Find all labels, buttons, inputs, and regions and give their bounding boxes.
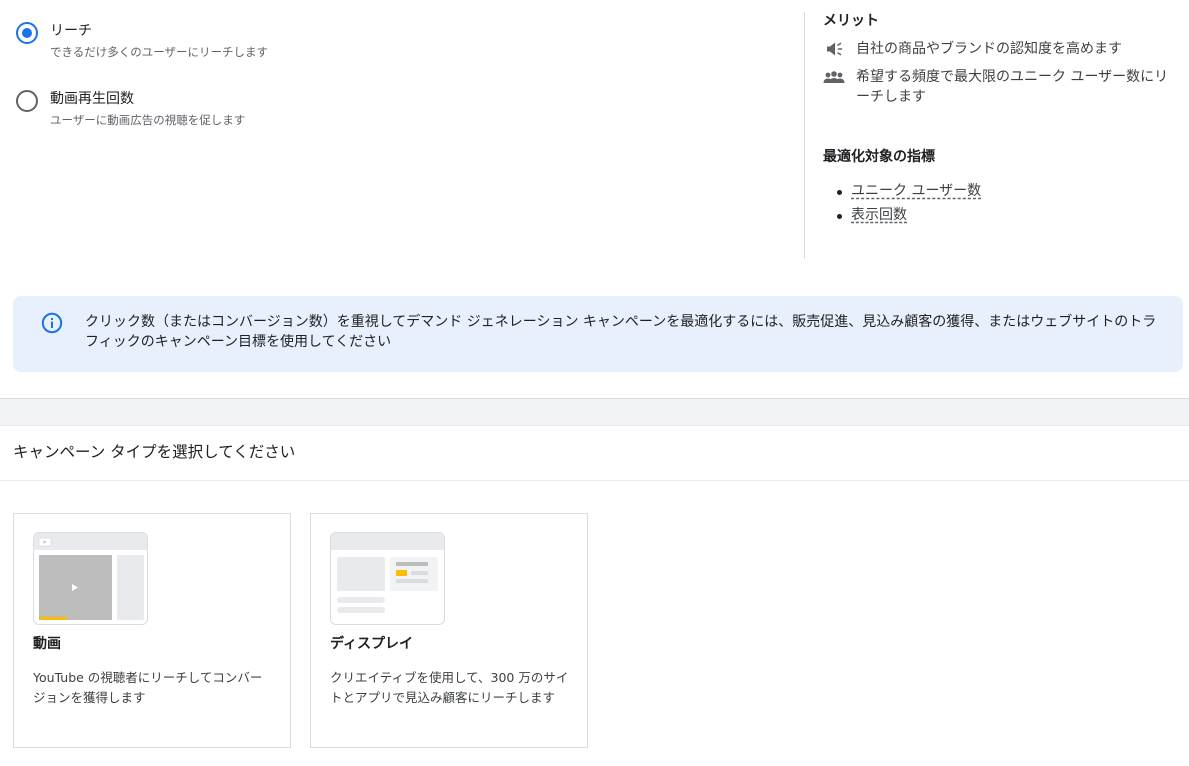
metrics-list: ユニーク ユーザー数 表示回数 xyxy=(823,181,1183,226)
card-description: クリエイティブを使用して、300 万のサイトとアプリで見込み顧客にリーチします xyxy=(330,670,569,705)
people-icon xyxy=(823,67,845,87)
benefit-text: 希望する頻度で最大限のユニーク ユーザー数にリーチします xyxy=(856,69,1169,105)
option-reach-description: できるだけ多くのユーザーにリーチします xyxy=(50,45,269,59)
option-reach[interactable]: リーチ できるだけ多くのユーザーにリーチします xyxy=(16,20,268,61)
metric-unique-users-link[interactable]: ユニーク ユーザー数 xyxy=(851,183,981,199)
option-reach-title: リーチ xyxy=(50,23,92,39)
info-banner: クリック数（またはコンバージョン数）を重視してデマンド ジェネレーション キャン… xyxy=(13,296,1183,372)
metrics-heading: 最適化対象の指標 xyxy=(823,149,935,165)
radio-video-views[interactable] xyxy=(16,90,38,112)
benefit-item: 自社の商品やブランドの認知度を高めます xyxy=(823,39,1183,59)
list-item: 表示回数 xyxy=(837,205,1183,226)
option-video-views[interactable]: 動画再生回数 ユーザーに動画広告の視聴を促します xyxy=(16,88,245,129)
card-description: YouTube の視聴者にリーチしてコンバージョンを獲得します xyxy=(33,670,263,705)
campaign-type-heading: キャンペーン タイプを選択してください xyxy=(13,443,296,461)
campaign-card-display[interactable]: ディスプレイ クリエイティブを使用して、300 万のサイトとアプリで見込み顧客に… xyxy=(310,513,588,748)
section-divider xyxy=(0,398,1189,426)
metric-impressions-link[interactable]: 表示回数 xyxy=(851,207,907,223)
megaphone-icon xyxy=(823,39,845,59)
benefits-panel: メリット 自社の商品やブランドの認知度を高めます 希望する頻度で最大限のユニーク… xyxy=(823,11,1183,229)
panel-divider xyxy=(804,12,805,259)
info-banner-text: クリック数（またはコンバージョン数）を重視してデマンド ジェネレーション キャン… xyxy=(85,314,1157,350)
video-thumbnail-icon xyxy=(33,532,148,625)
radio-reach[interactable] xyxy=(16,22,38,44)
heading-rule xyxy=(0,480,1189,481)
card-title: ディスプレイ xyxy=(330,636,414,652)
benefit-item: 希望する頻度で最大限のユニーク ユーザー数にリーチします xyxy=(823,67,1183,107)
card-title: 動画 xyxy=(33,636,61,652)
list-item: ユニーク ユーザー数 xyxy=(837,181,1183,202)
display-thumbnail-icon xyxy=(330,532,445,625)
campaign-card-video[interactable]: 動画 YouTube の視聴者にリーチしてコンバージョンを獲得します xyxy=(13,513,291,748)
info-icon xyxy=(41,312,63,334)
option-video-views-title: 動画再生回数 xyxy=(50,91,134,107)
benefits-heading: メリット xyxy=(823,13,879,29)
option-video-views-description: ユーザーに動画広告の視聴を促します xyxy=(50,113,246,127)
benefit-text: 自社の商品やブランドの認知度を高めます xyxy=(856,41,1122,57)
